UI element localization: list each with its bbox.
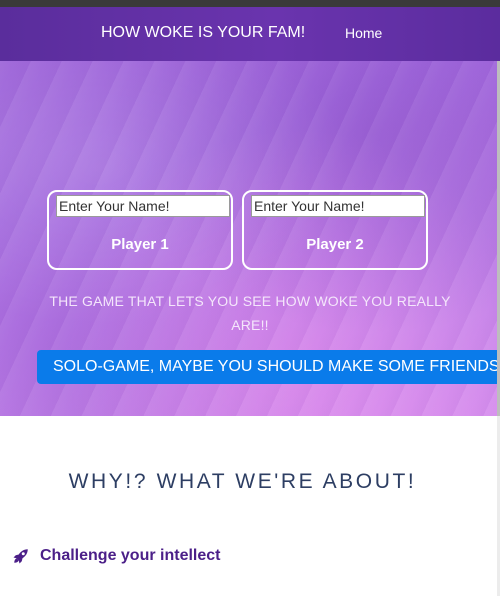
player-2-card[interactable]: Player 2 [242,190,428,270]
player-2-label: Player 2 [306,236,364,253]
brand-title[interactable]: HOW WOKE IS YOUR FAM! [101,24,305,42]
hero-section: Player 1 Player 2 THE GAME THAT LETS YOU… [0,61,497,416]
rocket-icon [12,547,30,565]
nav-home-link[interactable]: Home [345,25,382,41]
feature-challenge-label: Challenge your intellect [40,547,221,564]
navbar: HOW WOKE IS YOUR FAM! Home [0,7,500,61]
solo-game-button[interactable]: SOLO-GAME, MAYBE YOU SHOULD MAKE SOME FR… [37,350,497,384]
about-section-title: WHY!? WHAT WE'RE ABOUT! [68,470,417,493]
browser-top-bar [0,0,500,7]
player-1-label: Player 1 [111,236,169,253]
player-1-name-input[interactable] [56,195,230,217]
hero-tagline: THE GAME THAT LETS YOU SEE HOW WOKE YOU … [49,293,451,333]
player-2-name-input[interactable] [251,195,425,217]
player-1-card[interactable]: Player 1 [47,190,233,270]
